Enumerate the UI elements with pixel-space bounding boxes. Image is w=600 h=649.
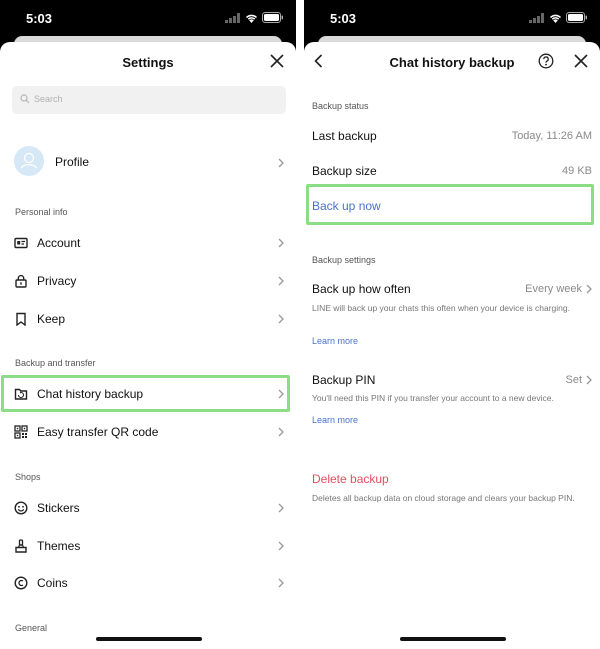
page-title: Settings [122,55,174,70]
id-card-icon [14,237,28,249]
battery-icon [566,12,587,23]
phone-settings: 5:03 Settings Search Profile Personal in… [0,0,296,649]
learn-more-link-frequency[interactable]: Learn more [312,336,358,346]
backup-size-value: 49 KB [562,165,592,177]
status-icons [529,12,588,23]
backup-size-row: Backup size 49 KB [304,161,600,185]
settings-item-label: Easy transfer QR code [37,425,159,439]
status-icons [225,12,284,23]
how-often-value: Every week [525,283,582,295]
home-indicator [96,637,202,641]
back-up-how-often-row[interactable]: Back up how often Every week [304,278,600,298]
section-backup-settings: Backup settings [312,255,376,265]
battery-icon [262,12,283,23]
lock-icon [15,274,27,288]
avatar [14,146,44,176]
settings-item-keep[interactable]: Keep [0,302,296,336]
section-backup-status: Backup status [312,101,369,111]
coin-icon [14,576,28,590]
phone-chat-history-backup: 5:03 Chat history backup Backup status L… [304,0,600,649]
highlight-box [306,184,594,225]
search-input[interactable]: Search [12,86,286,114]
backup-pin-row[interactable]: Backup PIN Set [304,369,600,389]
backup-sheet: Chat history backup Backup status Last b… [304,42,600,649]
close-button[interactable] [574,54,588,73]
section-shops: Shops [15,472,41,482]
profile-label: Profile [55,155,90,169]
chevron-right-icon [278,427,284,437]
section-personal-info: Personal info [15,207,68,217]
chevron-right-icon [278,541,284,551]
backup-size-label: Backup size [312,164,377,178]
how-often-value-wrap: Every week [525,283,592,295]
settings-item-label: Account [37,236,81,250]
learn-more-link-pin[interactable]: Learn more [312,415,358,425]
close-icon [574,54,588,68]
backup-pin-value: Set [565,374,582,386]
settings-header: Settings [0,42,296,82]
brush-icon [15,539,27,553]
how-often-description: LINE will back up your chats this often … [312,303,570,313]
search-placeholder: Search [34,94,63,104]
screenshot-frame: 5:03 Settings Search Profile Personal in… [0,0,600,649]
cellular-icon [225,12,240,23]
how-often-label: Back up how often [312,282,411,296]
help-icon [538,53,554,69]
section-backup-transfer: Backup and transfer [15,358,96,368]
settings-sheet: Settings Search Profile Personal info Ac… [0,42,296,649]
chevron-right-icon [586,375,592,385]
person-icon [20,152,38,169]
settings-item-coins[interactable]: Coins [0,566,296,600]
status-time: 5:03 [330,11,357,26]
settings-item-stickers[interactable]: Stickers [0,491,296,525]
page-title: Chat history backup [389,55,515,70]
settings-item-label: Coins [37,576,68,590]
settings-item-themes[interactable]: Themes [0,529,296,563]
smiley-icon [14,501,28,515]
chevron-right-icon [278,238,284,248]
wifi-icon [549,14,562,23]
backup-pin-value-wrap: Set [565,374,592,386]
backup-pin-label: Backup PIN [312,373,376,387]
status-time: 5:03 [26,11,53,26]
settings-item-label: Themes [37,539,81,553]
chevron-right-icon [278,158,284,168]
last-backup-row: Last backup Today, 11:26 AM [304,126,600,150]
backup-header: Chat history backup [304,42,600,82]
status-bar: 5:03 [304,0,600,36]
settings-item-easy-transfer-qr[interactable]: Easy transfer QR code [0,415,296,449]
qr-code-icon [14,425,28,439]
chevron-right-icon [278,276,284,286]
home-indicator [400,637,506,641]
settings-item-label: Privacy [37,274,77,288]
settings-item-label: Stickers [37,501,80,515]
search-icon [20,94,30,104]
chevron-right-icon [278,314,284,324]
close-icon [270,54,284,68]
cellular-icon [529,12,544,23]
help-button[interactable] [538,53,554,74]
settings-item-label: Keep [37,312,66,326]
bookmark-icon [16,312,26,326]
last-backup-value: Today, 11:26 AM [511,130,592,142]
wifi-icon [245,14,258,23]
close-button[interactable] [270,54,284,73]
backup-pin-description: You'll need this PIN if you transfer you… [312,393,554,403]
status-bar: 5:03 [0,0,296,36]
settings-item-privacy[interactable]: Privacy [0,264,296,298]
section-general: General [15,623,48,633]
highlight-box [1,375,290,412]
chevron-right-icon [586,284,592,294]
chevron-right-icon [278,503,284,513]
last-backup-label: Last backup [312,129,377,143]
chevron-right-icon [278,578,284,588]
delete-backup-description: Deletes all backup data on cloud storage… [312,493,575,503]
delete-backup-button[interactable]: Delete backup [312,472,389,486]
settings-item-account[interactable]: Account [0,226,296,260]
